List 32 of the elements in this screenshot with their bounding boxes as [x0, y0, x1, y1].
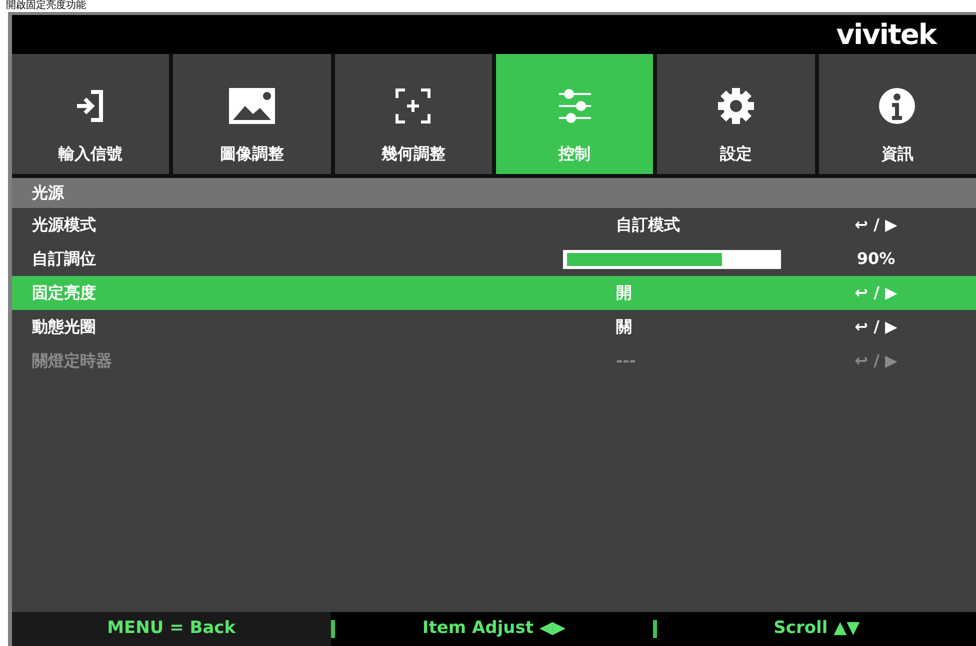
- row-value: 關: [616, 316, 633, 338]
- menu-tab[interactable]: 幾何調整: [334, 54, 492, 174]
- menu-tab[interactable]: 輸入信號: [12, 54, 170, 174]
- image-icon: [226, 86, 277, 126]
- row-value: 開: [616, 282, 633, 304]
- menu-tab[interactable]: 資訊: [818, 54, 976, 174]
- focus-frame-icon: [393, 86, 434, 126]
- row-value: ---: [616, 350, 637, 372]
- row-label: 動態光圈: [32, 316, 97, 338]
- menu-tab[interactable]: 圖像調整: [173, 54, 331, 174]
- menu-tab[interactable]: 設定: [657, 54, 815, 174]
- info-icon: [877, 86, 918, 126]
- menu-row[interactable]: 自訂調位 90%: [12, 242, 976, 276]
- row-label: 固定亮度: [32, 282, 97, 304]
- footer-hint: MENU = Back: [107, 617, 236, 640]
- footer-hint: Item Adjust ◀▶: [422, 617, 566, 640]
- row-value: 90%: [856, 248, 896, 270]
- slider-track[interactable]: [563, 250, 781, 268]
- row-label: 關燈定時器: [32, 350, 113, 372]
- row-value: 自訂模式: [616, 214, 681, 236]
- row-label: 光源模式: [32, 214, 97, 236]
- footer-hint: Scroll ▲▼: [774, 617, 860, 640]
- action-hint: ↩ / ▶: [854, 316, 898, 338]
- settings-icon: [716, 86, 756, 126]
- action-hint: ↩ / ▶: [854, 214, 898, 236]
- logo: vivitek: [836, 20, 936, 48]
- action-hint: ↩ / ▶: [854, 282, 898, 304]
- menu-row[interactable]: 光源模式 自訂模式 ↩ / ▶: [12, 208, 976, 242]
- section-header: 光源: [12, 178, 976, 208]
- row-label: 自訂調位: [32, 248, 97, 270]
- action-hint: ↩ / ▶: [854, 350, 898, 372]
- menu-row[interactable]: 動態光圈 關 ↩ / ▶: [12, 310, 976, 344]
